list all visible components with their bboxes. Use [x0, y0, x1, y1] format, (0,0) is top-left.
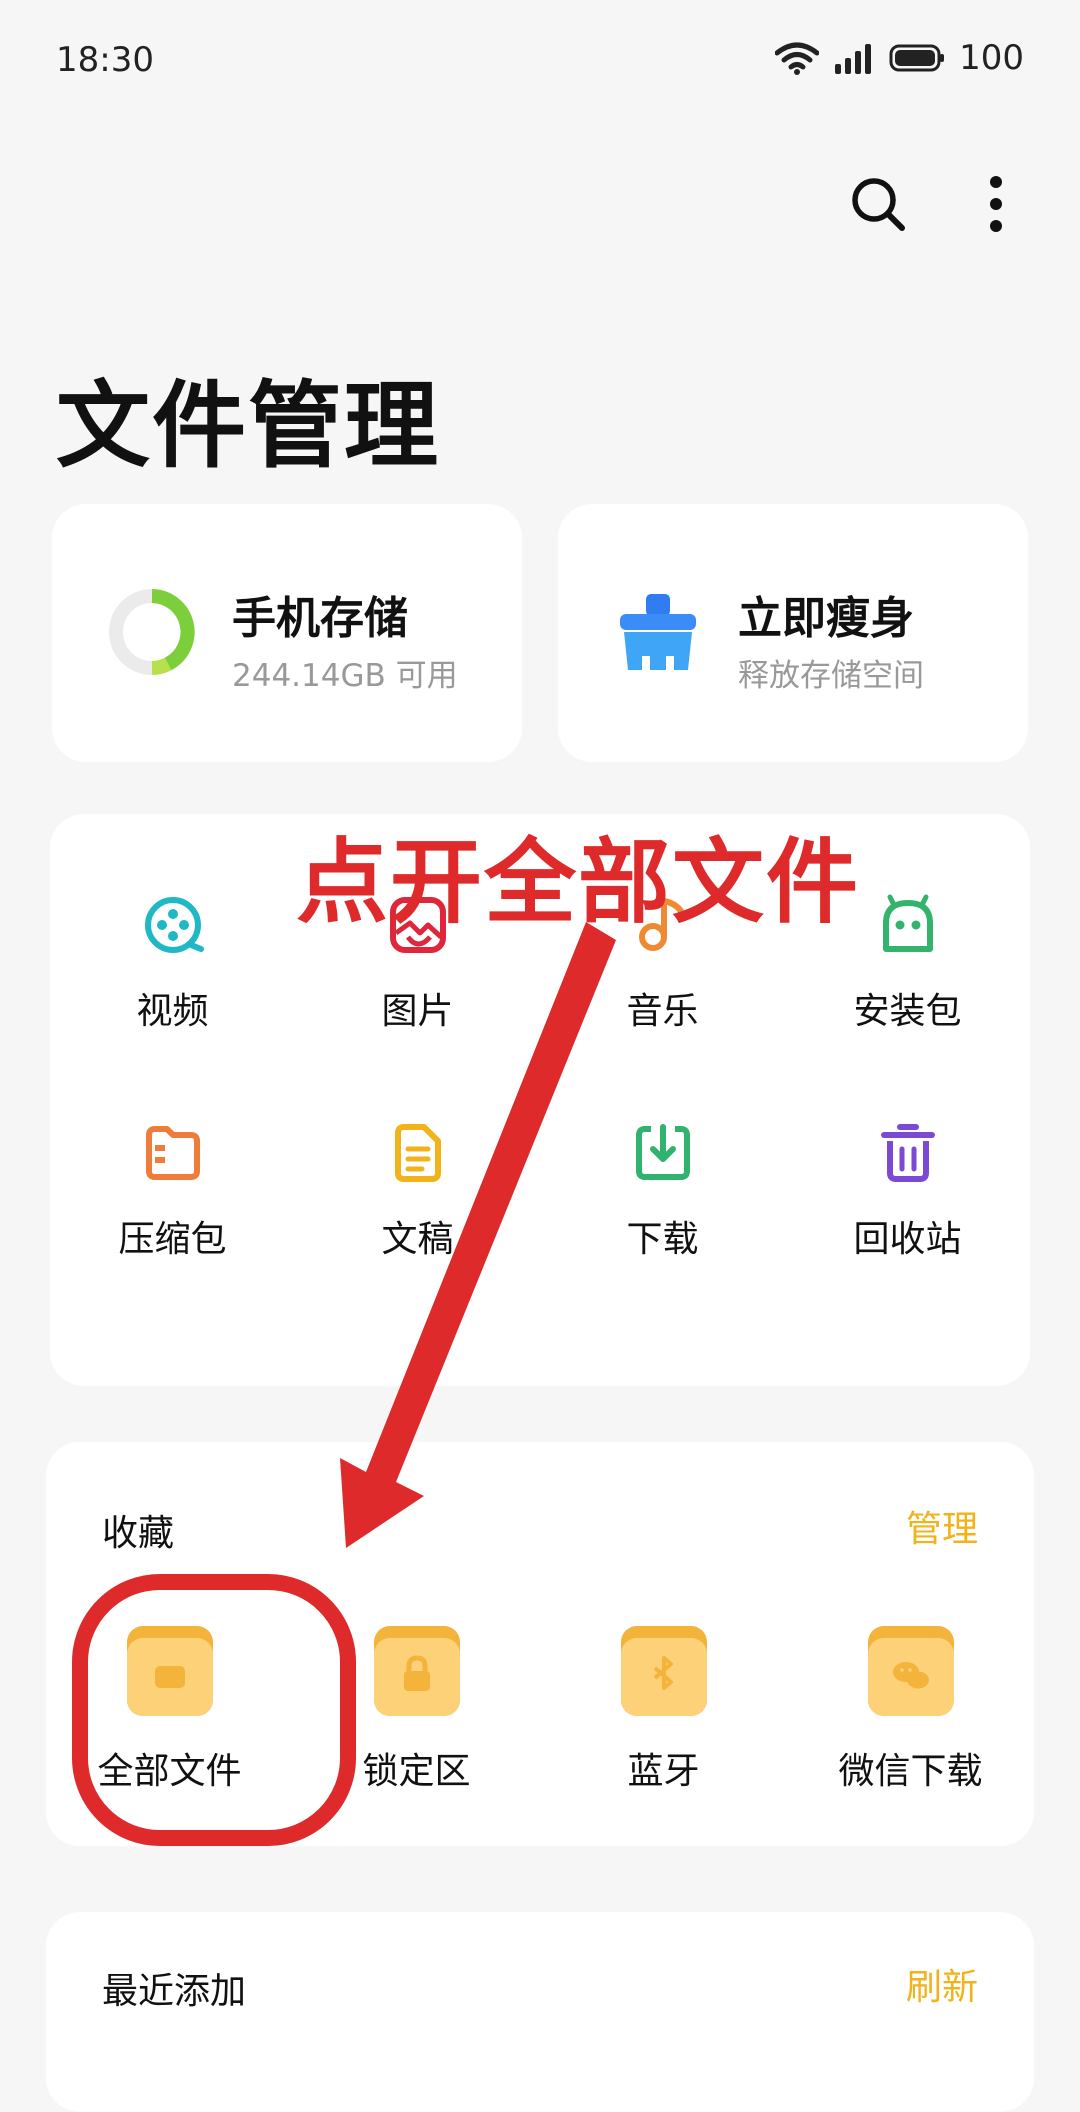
favorites-card: 收藏 管理 全部文件 锁定区 蓝牙 微信下载 [46, 1442, 1034, 1846]
favorite-label: 蓝牙 [627, 1751, 700, 1792]
quick-clean-card[interactable]: 立即瘦身 释放存储空间 [558, 504, 1028, 762]
status-time: 18:30 [56, 40, 154, 80]
category-label: 安装包 [853, 991, 962, 1032]
android-icon [882, 894, 933, 952]
page-title: 文件管理 [56, 372, 441, 481]
phone-storage-card[interactable]: 手机存储 244.14GB 可用 [52, 504, 522, 762]
category-label: 回收站 [853, 1219, 962, 1260]
category-recycle-bin[interactable]: 回收站 [785, 1118, 1030, 1262]
annotation-caption: 点开全部文件 [296, 829, 861, 936]
favorite-label: 微信下载 [838, 1751, 983, 1792]
category-archive[interactable]: 压缩包 [50, 1118, 295, 1262]
favorite-wechat-downloads[interactable]: 微信下载 [787, 1622, 1034, 1794]
category-label: 压缩包 [118, 1219, 227, 1260]
favorite-label: 锁定区 [362, 1751, 471, 1792]
category-video[interactable]: 视频 [50, 890, 295, 1034]
category-label: 文稿 [381, 1219, 454, 1260]
refresh-button[interactable]: 刷新 [906, 1958, 978, 2010]
all-files-folder-icon [126, 1626, 213, 1716]
favorite-locked-area[interactable]: 锁定区 [293, 1622, 540, 1794]
status-icons: 100 [775, 38, 1024, 78]
battery-level: 100 [959, 38, 1024, 78]
search-button[interactable] [846, 172, 910, 236]
category-downloads[interactable]: 下载 [540, 1118, 785, 1262]
wifi-icon [775, 42, 820, 75]
quick-clean-subtitle: 释放存储空间 [738, 658, 924, 694]
quick-clean-title: 立即瘦身 [738, 593, 914, 644]
favorites-title: 收藏 [102, 1513, 175, 1554]
favorite-label: 全部文件 [97, 1751, 242, 1792]
battery-icon [889, 44, 945, 72]
recent-added-card: 最近添加 刷新 [46, 1912, 1034, 2112]
favorite-all-files[interactable]: 全部文件 [46, 1622, 293, 1794]
category-label: 视频 [136, 991, 209, 1032]
storage-title: 手机存储 [232, 593, 408, 644]
status-bar: 18:30 100 [0, 0, 1080, 120]
favorites-grid: 全部文件 锁定区 蓝牙 微信下载 [46, 1622, 1034, 1794]
top-actions [846, 172, 1028, 236]
search-icon [852, 178, 905, 231]
more-options-button[interactable] [964, 172, 1028, 236]
category-label: 图片 [381, 991, 454, 1032]
video-icon [144, 897, 204, 953]
favorite-bluetooth[interactable]: 蓝牙 [540, 1622, 787, 1794]
more-vertical-icon [990, 176, 1002, 232]
trash-icon [880, 1124, 935, 1182]
wechat-folder-icon [867, 1626, 954, 1716]
storage-available: 244.14GB 可用 [232, 658, 458, 694]
archive-icon [145, 1126, 200, 1180]
download-icon [635, 1124, 690, 1180]
favorites-manage-button[interactable]: 管理 [906, 1500, 978, 1552]
category-grid: 视频 图片 音乐 安装包 压缩包 文稿 下载 回收站 [50, 890, 1030, 1262]
storage-ring-icon [109, 589, 195, 675]
category-label: 下载 [626, 1219, 699, 1260]
category-documents[interactable]: 文稿 [295, 1118, 540, 1262]
category-label: 音乐 [626, 991, 699, 1032]
lock-folder-icon [373, 1626, 460, 1716]
recent-added-title: 最近添加 [102, 1971, 247, 2012]
document-icon [394, 1124, 441, 1182]
broom-icon [620, 594, 696, 670]
bluetooth-folder-icon [620, 1626, 707, 1716]
signal-icon [835, 44, 872, 74]
